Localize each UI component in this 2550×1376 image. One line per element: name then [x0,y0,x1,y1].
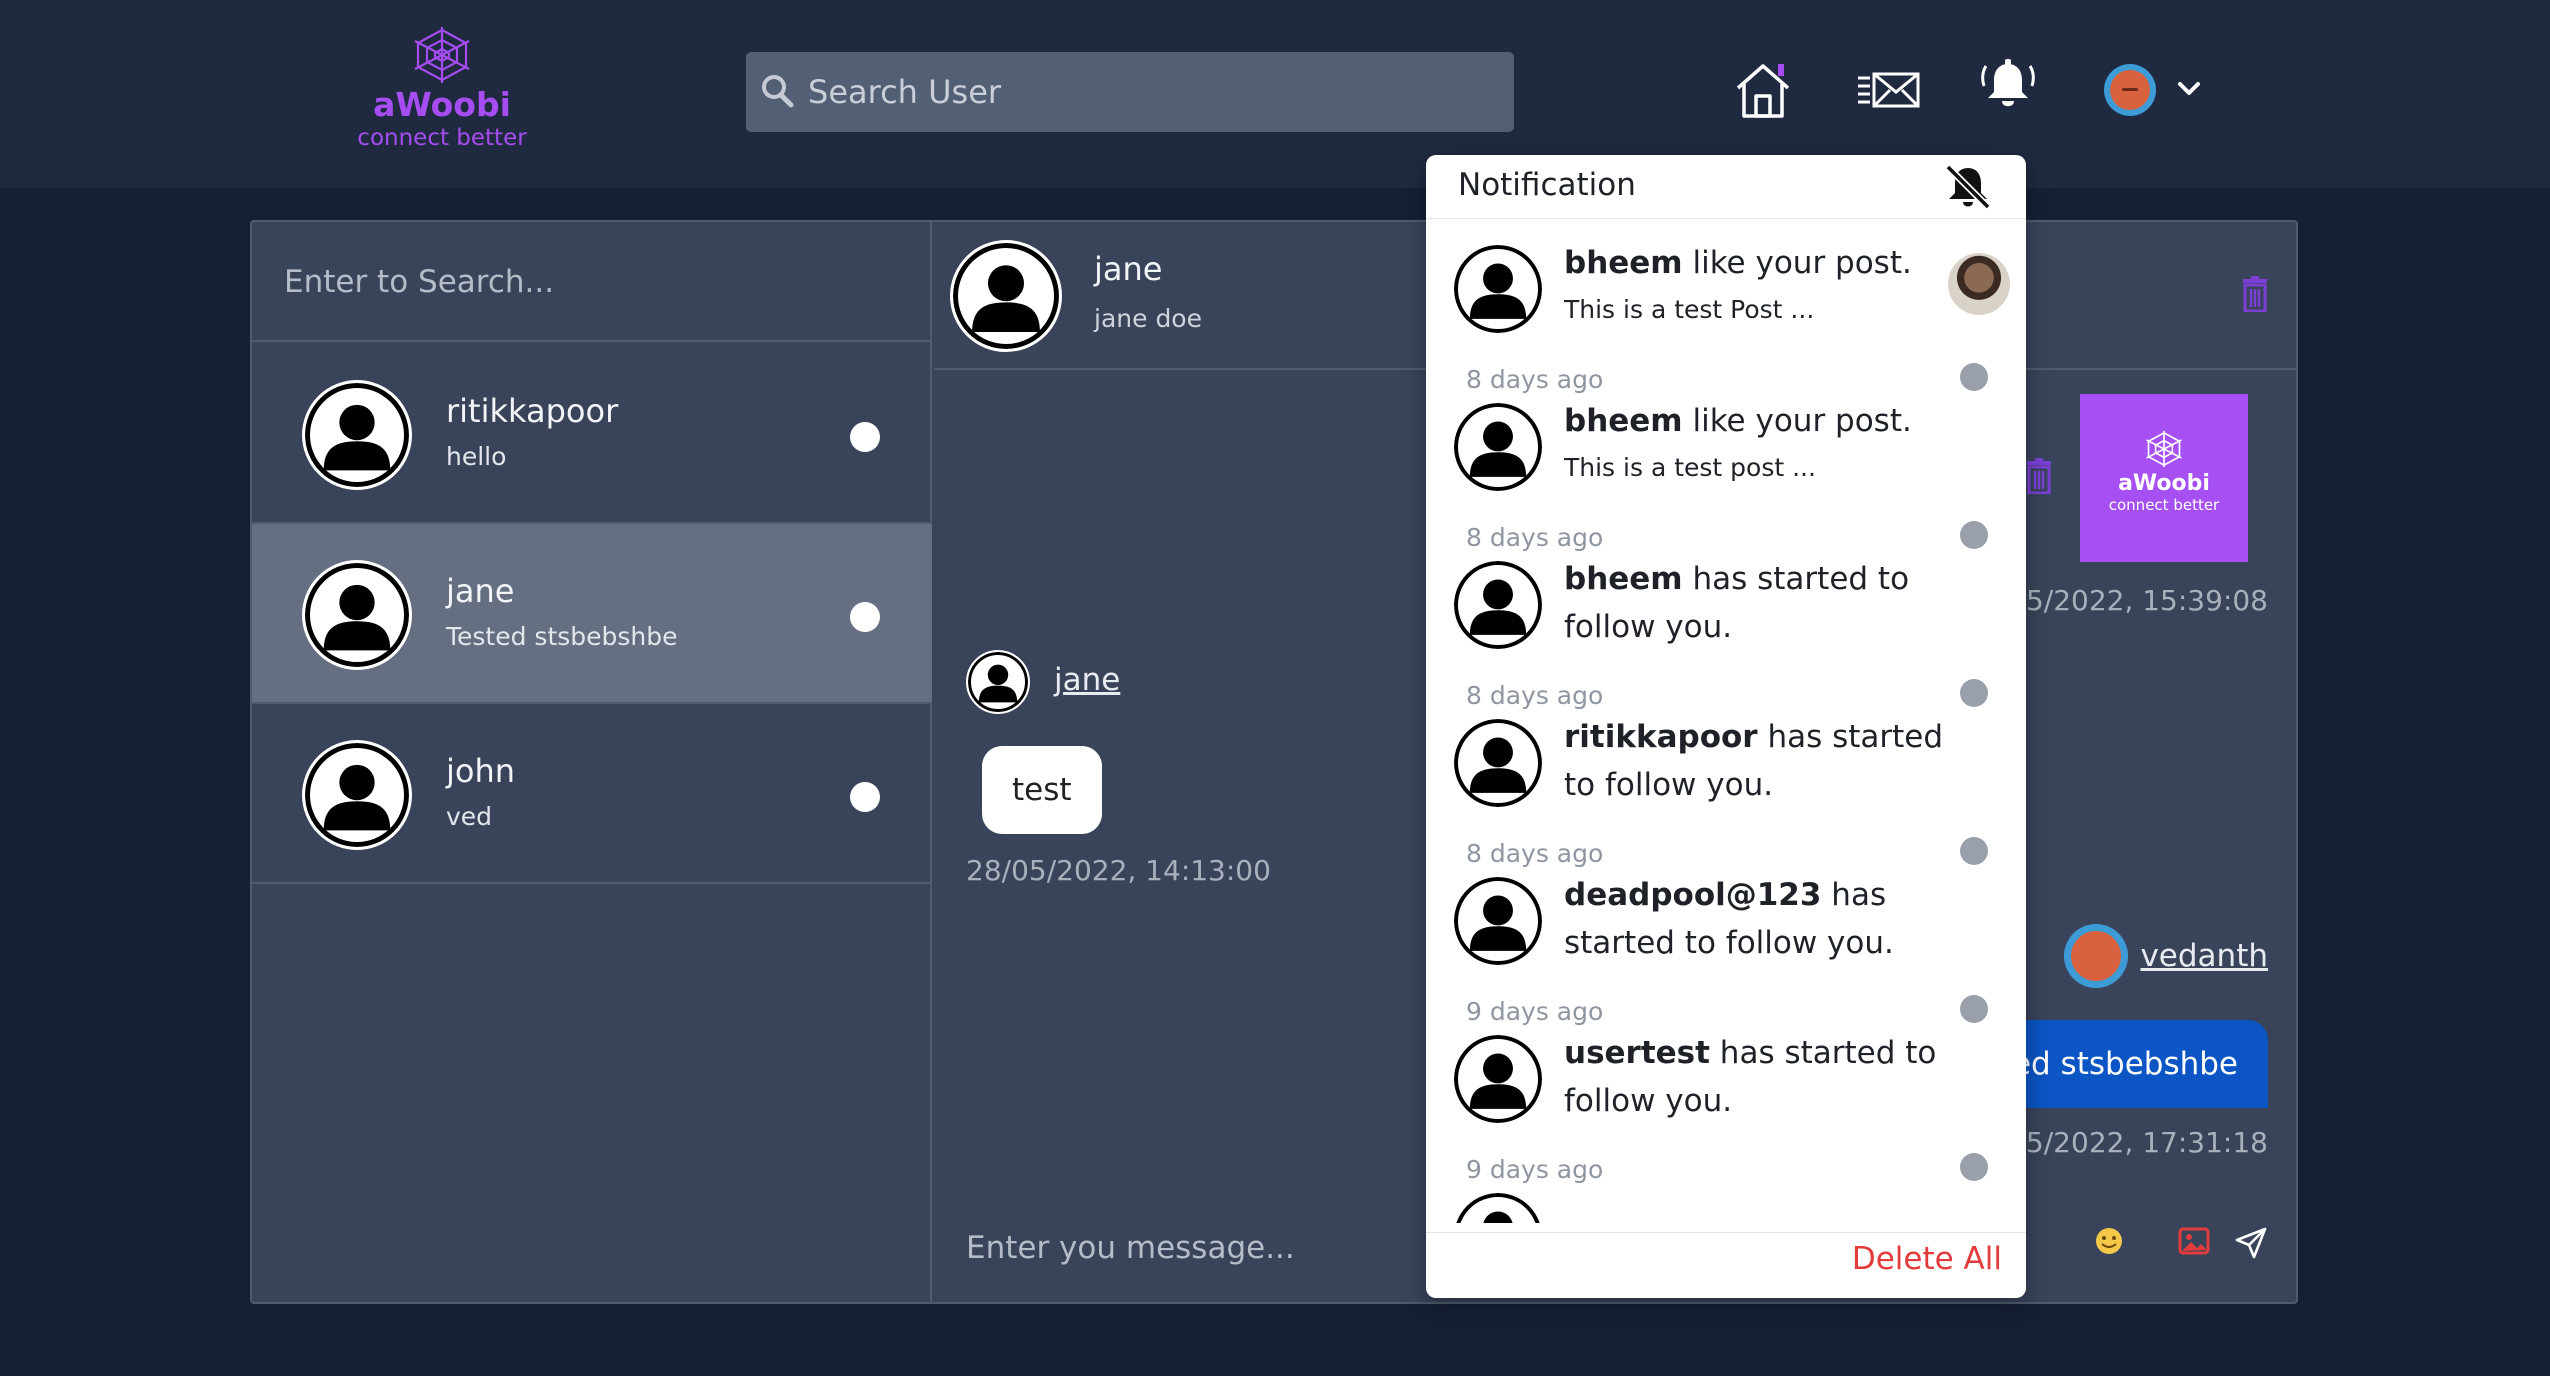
app-logo[interactable]: aWoobi connect better [350,26,534,152]
bell-icon[interactable] [1980,58,2036,110]
notification-user-avatar [1452,401,1544,493]
home-icon[interactable] [1734,60,1792,122]
notification-list: bheem like your post. This is a test Post… [1436,229,2016,1223]
status-dot [850,602,880,632]
chat-partner-fullname: jane doe [1094,304,1202,333]
notification-text: bheem like your post. [1564,239,1984,287]
contacts-search [252,222,932,342]
notification-username: deadpool@123 [1564,877,1822,913]
contact-last-message: ved [446,802,493,831]
notification-item-partial [1436,1177,2016,1223]
emoji-icon[interactable] [2094,1226,2124,1256]
sender-name-link[interactable]: vedanth [2140,938,2268,974]
mail-icon[interactable] [1856,70,1922,110]
contact-avatar [302,380,412,490]
notification-text: bheem has started to follow you. [1564,555,1984,651]
chat-partner-avatar[interactable] [950,240,1062,352]
notification-item[interactable]: bheem has started to follow you. 8 days a… [1436,545,2016,710]
outgoing-message-sender: vedanth [2008,924,2268,990]
contact-name: ritikkapoor [446,392,619,430]
bell-off-icon[interactable] [1942,161,1994,211]
notification-detail: This is a test Post ... [1564,295,1815,324]
status-dot [850,782,880,812]
contact-last-message: hello [446,442,507,471]
notification-username: bheem [1564,245,1683,281]
notification-username: usertest [1564,1035,1710,1071]
status-dot [850,422,880,452]
contact-item[interactable]: john ved [252,704,932,884]
notification-user-avatar [1452,559,1544,651]
notification-user-avatar [1452,1033,1544,1125]
spider-web-icon [414,27,470,83]
chevron-down-icon[interactable] [2176,80,2202,98]
shared-image-message[interactable]: aWoobi connect better [2080,394,2248,562]
notification-user-avatar [1452,717,1544,809]
post-thumbnail[interactable] [1948,253,2010,315]
notification-dropdown: Notification bheem like your post. This i… [1426,155,2026,1298]
image-icon[interactable] [2178,1226,2210,1256]
search-icon [762,75,794,108]
incoming-message-timestamp: 28/05/2022, 14:13:00 [966,854,1271,887]
top-navbar: aWoobi connect better [0,0,2550,188]
notification-text: bheem like your post. [1564,397,1984,445]
notification-username: bheem [1564,561,1683,597]
brand-name: aWoobi [373,85,511,124]
profile-avatar[interactable] [2104,64,2156,116]
incoming-message-bubble: test [982,746,1102,834]
contact-name: jane [446,572,515,610]
user-search-box[interactable] [746,52,1514,132]
notification-header: Notification [1426,155,2026,219]
notification-footer: Delete All [1426,1232,2026,1298]
delete-all-button[interactable]: Delete All [1852,1241,2002,1277]
sender-name-link[interactable]: jane [1054,662,1120,698]
notification-detail: This is a test post ... [1564,453,1816,482]
sender-avatar[interactable] [966,650,1030,714]
chat-partner-name: jane [1094,250,1163,288]
notification-item[interactable]: deadpool@123 has started to follow you. 9… [1436,861,2016,1026]
notification-user-avatar [1452,243,1544,335]
contacts-search-input[interactable] [284,252,884,312]
image-brand-text: aWoobi [2118,471,2210,496]
sender-avatar[interactable] [2064,924,2128,988]
contact-name: john [446,752,516,790]
image-tagline-text: connect better [2108,496,2220,514]
notification-item[interactable]: bheem like your post. This is a test Post… [1436,229,2016,394]
outgoing-message-timestamp: /05/2022, 17:31:18 [1998,1126,2268,1159]
notification-item[interactable]: ritikkapoor has started to follow you. 8 … [1436,703,2016,868]
contact-avatar [302,740,412,850]
notification-title: Notification [1458,167,1636,203]
trash-icon[interactable] [2240,276,2270,312]
notification-user-avatar [1452,1191,1544,1223]
notification-text: deadpool@123 has started to follow you. [1564,871,1984,967]
notification-text: usertest has started to follow you. [1564,1029,1984,1125]
image-message-timestamp: 05/2022, 15:39:08 [2008,584,2268,617]
brand-tagline: connect better [357,125,527,151]
notification-user-avatar [1452,875,1544,967]
notification-username: bheem [1564,403,1683,439]
user-search-input[interactable] [808,52,1498,132]
contact-item[interactable]: jane Tested stsbebshbe [252,524,932,704]
notification-action: like your post. [1682,403,1912,439]
profile-avatar-image [2110,70,2150,110]
notification-action: like your post. [1682,245,1912,281]
contacts-sidebar: ritikkapoor hello jane Tested stsbebshbe joh… [252,222,932,1302]
contact-last-message: Tested stsbebshbe [446,622,678,651]
notification-item[interactable]: usertest has started to follow you. 9 day… [1436,1019,2016,1184]
contact-avatar [302,560,412,670]
spider-web-icon [2146,430,2182,468]
send-icon[interactable] [2234,1226,2268,1260]
notification-item[interactable]: bheem like your post. This is a test post… [1436,387,2016,552]
trash-icon[interactable] [2024,458,2054,494]
contact-item[interactable]: ritikkapoor hello [252,344,932,524]
notification-username: ritikkapoor [1564,719,1758,755]
notification-text: ritikkapoor has started to follow you. [1564,713,1984,809]
